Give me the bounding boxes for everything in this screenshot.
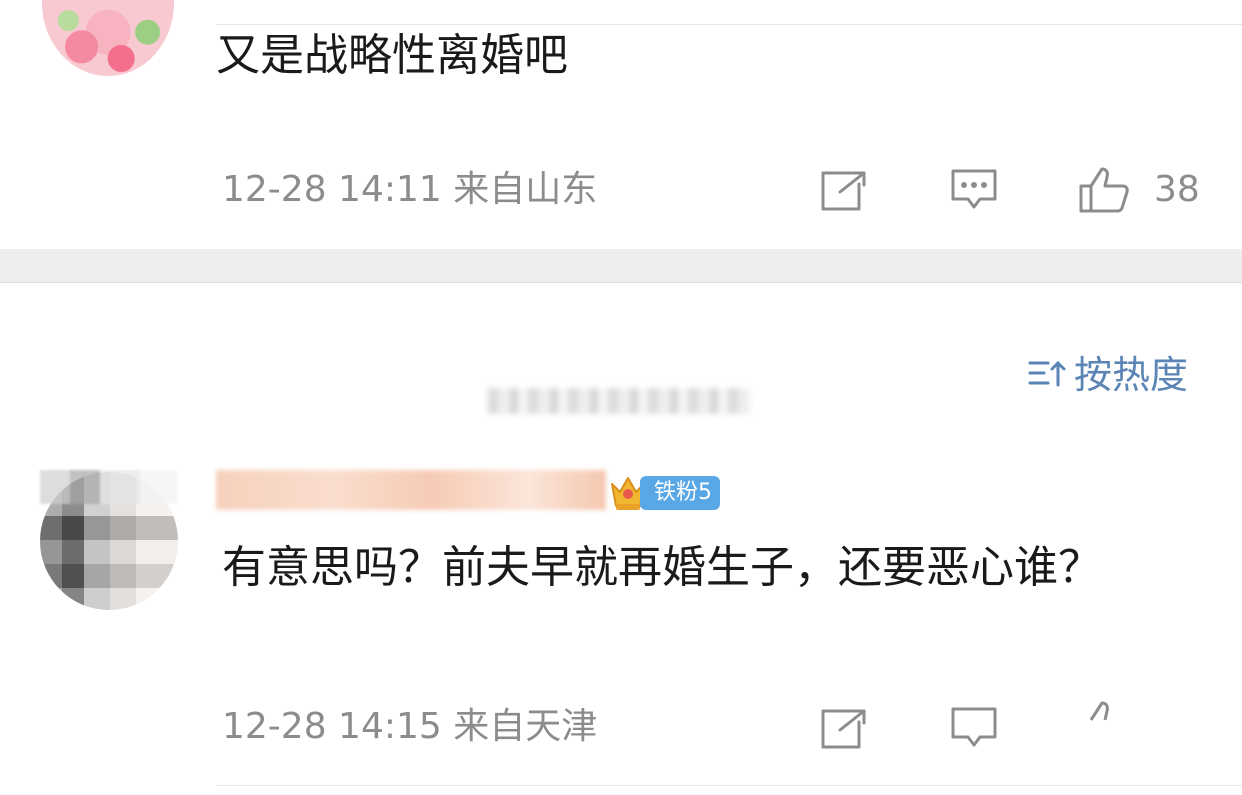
like-count: 38 xyxy=(1154,169,1200,210)
comment-meta: 12-28 14:11 来自山东 xyxy=(222,169,598,210)
like-button[interactable] xyxy=(1078,700,1132,748)
divider xyxy=(216,24,1242,25)
comment-text: 有意思吗？前夫早就再婚生子，还要恶心谁？ xyxy=(222,542,1102,593)
comment-text: 又是战略性离婚吧 xyxy=(216,30,568,81)
section-divider xyxy=(0,249,1242,283)
share-icon xyxy=(820,170,868,212)
comment-icon xyxy=(950,168,998,212)
comment-feed: 又是战略性离婚吧 12-28 14:11 来自山东 38 按热度 铁粉5 有意思… xyxy=(0,0,1242,795)
comment-icon xyxy=(950,706,998,750)
share-button[interactable] xyxy=(820,708,868,750)
fan-level-badge: 铁粉5 xyxy=(640,476,720,510)
divider xyxy=(216,785,1242,786)
like-icon xyxy=(1078,166,1132,214)
divider xyxy=(0,282,1242,283)
username[interactable] xyxy=(216,470,606,510)
sort-icon xyxy=(1028,357,1068,393)
like-icon xyxy=(1078,700,1132,748)
share-icon xyxy=(820,708,868,750)
sort-label: 按热度 xyxy=(1073,353,1188,397)
comment-button[interactable] xyxy=(950,706,998,750)
share-button[interactable] xyxy=(820,170,868,212)
sort-toggle[interactable]: 按热度 xyxy=(1028,352,1188,398)
comment-meta: 12-28 14:15 来自天津 xyxy=(222,706,598,747)
obscured-content xyxy=(488,388,750,414)
avatar[interactable] xyxy=(42,0,174,76)
like-button[interactable]: 38 xyxy=(1078,166,1200,214)
obscured-content xyxy=(40,470,178,504)
comment-button[interactable] xyxy=(950,168,998,212)
